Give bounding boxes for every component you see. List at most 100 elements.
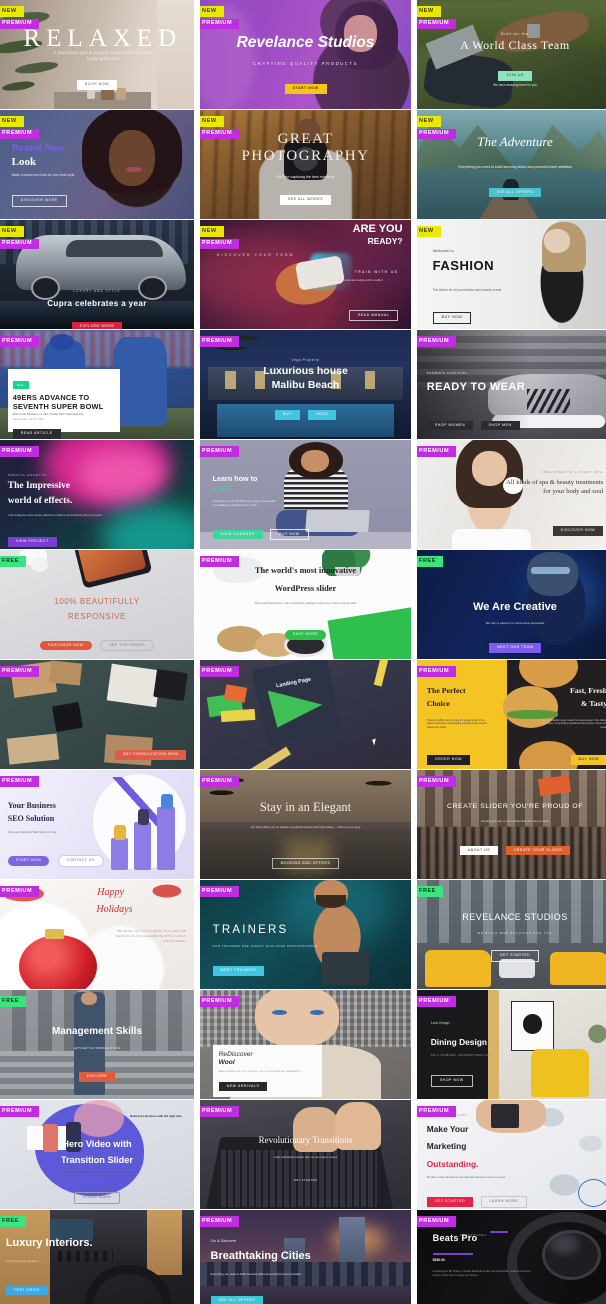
badge-premium: PREMIUM [200,1106,240,1117]
card-left-cta-wrap: ORDER NOW [426,747,471,765]
card-button[interactable]: get started [286,1177,325,1186]
card-button[interactable]: GET STARTED [490,950,540,962]
card-title: Landing Page [275,676,312,689]
template-card-wordpress-slider[interactable]: PREMIUM The world's most innovative Word… [200,550,411,659]
template-card-spa-beauty[interactable]: PREMIUM WELCOME TO LUXURY SPA All kinds … [417,440,606,549]
card-subtitle: We carry a passion for performance and d… [485,620,545,625]
card-subtitle: Everything you need to build stunning sl… [458,164,572,169]
card-button[interactable]: Learn more [73,1192,121,1204]
template-card-relaxed[interactable]: NEW PREMIUM RELAXED A luxurious spa & be… [0,0,194,109]
card-button[interactable]: Get Consultation Now [114,750,187,760]
template-card-brand-new-look[interactable]: NEW PREMIUM Brand New Look Make a brand … [0,110,194,219]
card-button[interactable]: SHOP NOW [430,1075,473,1088]
card-button-about[interactable]: ABOUT US [459,845,499,856]
template-card-stay-elegant[interactable]: PREMIUM Stay in an Elegant Our hotel off… [200,770,411,879]
card-button[interactable]: NEW ARRIVALS [218,1081,268,1092]
template-card-beautifully-responsive[interactable]: FREE 100% BEAUTIFULLY RESPONSIVE PURCHAS… [0,550,194,659]
template-card-revelance-studios[interactable]: NEW PREMIUM Revelance Studios CRAFTING Q… [200,0,411,109]
card-button[interactable]: MEET OUR TEAM [488,643,542,653]
badge-new: NEW [0,226,24,237]
card-button-buy[interactable]: BUY NOW [270,528,309,541]
card-button-rent[interactable]: Rent [308,409,337,420]
template-card-great-photography[interactable]: NEW PREMIUM GREAT PHOTOGRAPHY We love ca… [200,110,411,219]
card-button[interactable]: BUY NOW [432,312,472,324]
card-button-women[interactable]: SHOP WOMEN [426,420,474,431]
card-cta-wrap: Book Now [0,72,194,90]
card-button-buy[interactable]: Buy [274,409,300,420]
template-card-landing-page[interactable]: PREMIUM Landing Page [200,660,411,769]
template-card-happy-holidays[interactable]: PREMIUM Happy Holidays "WE WISH YOU JOY … [0,880,194,989]
card-button[interactable]: BOOKING AND OFFERS [271,857,340,870]
card-button-men[interactable]: SHOP MEN [480,420,520,431]
template-card-malibu-beach[interactable]: PREMIUM Vega Property Luxurious house Ma… [200,330,411,439]
card-title: REVELANCE STUDIOS [462,911,568,922]
card-button[interactable]: Test drive [5,1285,48,1296]
template-card-trainers[interactable]: PREMIUM TRAINERS OUR TRAINERS ARE HIGHLY… [200,880,411,989]
card-pretitle: SPECIAL EFFECTS [7,472,47,477]
card-button-start[interactable]: Start Now [7,856,50,867]
card-button-contact[interactable]: Contact Us [57,855,104,868]
template-card-breathtaking-cities[interactable]: PREMIUM Go & Discover Breathtaking Citie… [200,1210,411,1304]
title-underline [432,1253,473,1255]
card-right-title-line2: & Tasty [580,699,606,709]
template-card-world-class-team[interactable]: NEW PREMIUM Built for the A World Class … [417,0,606,109]
card-button-purchase[interactable]: PURCHASE NOW [39,640,92,651]
card-button[interactable]: DISCOVER MORE [11,195,67,208]
card-title-line3: Outstanding. [426,1158,479,1169]
template-card-learn-to-code[interactable]: PREMIUM Learn how to Code Choose from ov… [200,440,411,549]
badge-new: NEW [0,116,24,127]
card-cta-wrap: ABOUT US CREATE YOUR SLIDER [417,838,606,856]
template-card-49ers[interactable]: PREMIUM NFL 49ERS ADVANCE TO SEVENTH SUP… [0,330,194,439]
template-gallery: NEW PREMIUM RELAXED A luxurious spa & be… [0,0,606,1304]
template-card-make-your-marketing[interactable]: PREMIUM BUSINESS & MARKETING Make Your M… [417,1100,606,1209]
template-card-perfect-choice-burgers[interactable]: PREMIUM The Perfect Choice These incredi… [417,660,606,769]
card-button[interactable]: Explore [78,1072,116,1082]
card-button[interactable]: SAVE MORE [284,629,327,640]
card-button[interactable]: SEE ALL OFFERS [488,187,542,198]
template-card-management-skills[interactable]: FREE Management Skills LET'S GET YOU THR… [0,990,194,1099]
template-card-rediscover-wool[interactable]: PREMIUM ReDiscover Wool MAKING AESTHETIC… [200,990,411,1099]
card-button[interactable]: View Project [7,537,57,547]
card-left-button[interactable]: ORDER NOW [426,755,471,765]
card-button[interactable]: Read Article [12,428,61,439]
card-button-demos[interactable]: SEE THE DEMOS [100,639,155,652]
template-card-are-you-ready[interactable]: NEW PREMIUM ARE YOU READY? DISCOVER YOUR… [200,220,411,329]
template-card-cupra[interactable]: NEW PREMIUM LUXURY AND STYLE Cupra celeb… [0,220,194,329]
template-card-ready-to-wear[interactable]: PREMIUM sneakers collection READY TO WEA… [417,330,606,439]
template-card-the-adventure[interactable]: NEW PREMIUM The Adventure Everything you… [417,110,606,219]
card-button-courses[interactable]: VIEW COURSES [212,529,263,540]
template-card-fashion[interactable]: NEW Welcome to FASHION The theme for all… [417,220,606,329]
card-right-title-line1: Fast, Fresh [570,686,606,696]
card-button-create[interactable]: CREATE YOUR SLIDER [505,845,571,856]
card-button[interactable]: MEET TRAINERS [212,966,265,977]
card-cta-wrap: EXPLORE MORE [0,314,194,329]
badge-premium: PREMIUM [0,666,40,677]
template-card-revolutionary-transitions[interactable]: PREMIUM Revolutionary Transitions A full… [200,1100,411,1209]
template-card-we-are-creative[interactable]: FREE We Are Creative We carry a passion … [417,550,606,659]
card-button[interactable]: START NOW [284,84,327,94]
card-button-get-started[interactable]: Get started [426,1197,474,1207]
card-button[interactable]: Join Us [498,71,532,81]
template-card-branding-flatlay[interactable]: PREMIUM Get Consultation Now [0,660,194,769]
card-button-learn-more[interactable]: Learn more [480,1196,528,1208]
template-card-seo-solution[interactable]: PREMIUM Your Business SEO Solution Test … [0,770,194,879]
card-button[interactable]: EXPLORE MORE [71,321,123,329]
card-button[interactable]: Read Manual [348,309,399,322]
card-subtitle: The theme for all your fashion and beaut… [432,287,502,292]
card-button[interactable]: DISCOVER NOW [552,526,604,537]
card-button[interactable]: Book Now [76,79,118,90]
badge-free: FREE [0,996,27,1007]
card-button[interactable]: SEE ALL WORKS [279,195,332,205]
card-right-button[interactable]: BUY NOW [570,755,606,765]
template-card-hero-video-transition[interactable]: PREMIUM Build your business with the rig… [0,1100,194,1209]
card-button[interactable]: SEE ALL OFFERS [210,1296,264,1304]
template-card-beats-pro[interactable]: PREMIUM HEADPHONES Beats Pro $580.00 Int… [417,1210,606,1304]
template-card-create-slider[interactable]: PREMIUM CREATE SLIDER YOU'RE PROUD OF De… [417,770,606,879]
template-card-dining-design[interactable]: PREMIUM Look Design Dining Design GET A … [417,990,606,1099]
badge-group: PREMIUM [0,666,40,677]
template-card-revelance-studios-taxi[interactable]: FREE REVELANCE STUDIOS WE BUILD WEB SOLU… [417,880,606,989]
card-subtitle: GET A COMBINED, UNFORGETTABLE LOOK [430,1055,493,1058]
badge-premium: PREMIUM [200,18,240,29]
template-card-luxury-interiors[interactable]: FREE Luxury Interiors. Family, business,… [0,1210,194,1304]
template-card-impressive-effects[interactable]: PREMIUM SPECIAL EFFECTS The Impressive w… [0,440,194,549]
